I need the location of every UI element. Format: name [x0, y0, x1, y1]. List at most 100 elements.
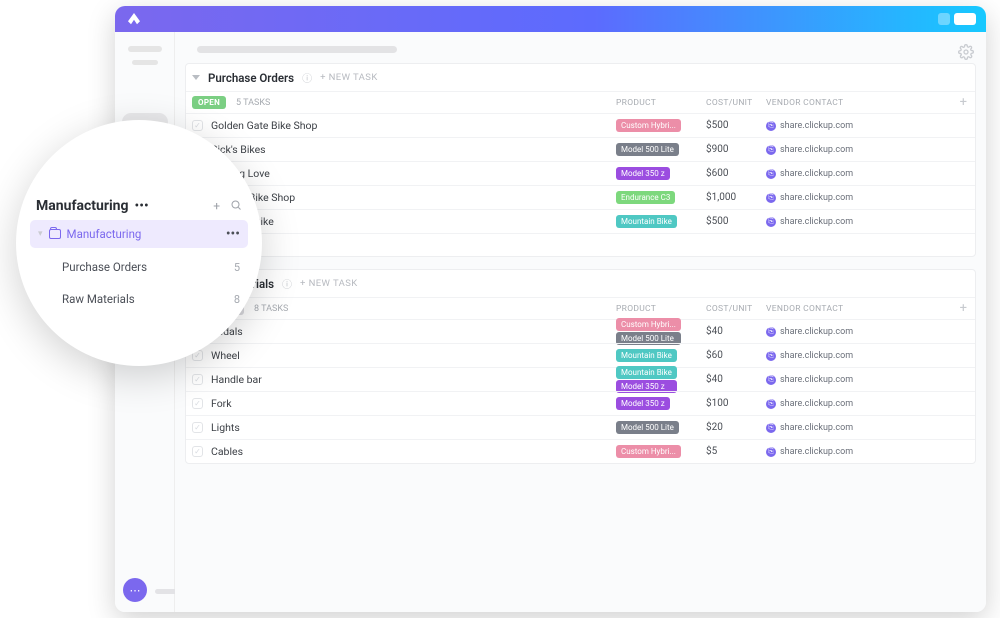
- window-control-max[interactable]: [954, 13, 976, 25]
- link-icon: ⎘: [766, 169, 776, 179]
- main-pane: Purchase Orders ⓘ + NEW TASK OPEN 5 TASKS…: [175, 32, 986, 612]
- vendor-cell[interactable]: ⎘share.clickup.com: [766, 351, 853, 361]
- task-checkbox[interactable]: ✓: [192, 422, 203, 433]
- cost-cell: $40: [706, 326, 723, 337]
- cost-cell: $500: [706, 216, 728, 227]
- search-icon[interactable]: [230, 199, 242, 211]
- vendor-cell[interactable]: ⎘share.clickup.com: [766, 327, 853, 337]
- product-cell: Model 500 Lite: [616, 421, 679, 434]
- link-icon: ⎘: [766, 327, 776, 337]
- product-tag[interactable]: Model 350 z: [616, 167, 670, 180]
- task-count: 8 TASKS: [254, 304, 288, 314]
- folder-icon: [49, 229, 61, 239]
- task-row[interactable]: ✓ Cables Custom Hybri... $5 ⎘share.click…: [186, 439, 975, 463]
- sidebar-item-label: Purchase Orders: [62, 260, 147, 274]
- product-tag[interactable]: Mountain Bike: [616, 349, 677, 362]
- col-cost: COST/UNIT: [706, 304, 762, 314]
- col-cost: COST/UNIT: [706, 98, 762, 108]
- new-task-button[interactable]: + NEW TASK: [300, 278, 358, 289]
- vendor-cell[interactable]: ⎘share.clickup.com: [766, 169, 853, 179]
- task-row[interactable]: ✓ Pedals Custom Hybri...Model 500 Lite $…: [186, 319, 975, 343]
- task-row[interactable]: ✓ Jenna's Bike Shop Endurance C3 $1,000 …: [186, 185, 975, 209]
- info-icon[interactable]: ⓘ: [302, 70, 312, 85]
- vendor-cell[interactable]: ⎘share.clickup.com: [766, 145, 853, 155]
- sidebar-item-count: 8: [234, 293, 240, 306]
- gear-icon[interactable]: [958, 44, 974, 60]
- task-checkbox[interactable]: ✓: [192, 446, 203, 457]
- add-column-icon[interactable]: +: [960, 95, 967, 110]
- vendor-cell[interactable]: ⎘share.clickup.com: [766, 399, 853, 409]
- add-column-icon[interactable]: +: [960, 301, 967, 316]
- sidebar-item-purchase-orders[interactable]: Purchase Orders 5: [30, 254, 248, 280]
- window-controls: [938, 13, 976, 25]
- cost-cell: $1,000: [706, 192, 736, 203]
- task-name: Fork: [211, 397, 232, 410]
- clickup-logo-icon: [125, 10, 143, 28]
- sidebar-item-manufacturing[interactable]: ▾ Manufacturing •••: [30, 220, 248, 248]
- space-more-icon[interactable]: •••: [135, 198, 149, 214]
- title-bar: [115, 6, 986, 32]
- task-count: 5 TASKS: [236, 98, 270, 108]
- product-cell: Model 350 z: [616, 397, 670, 410]
- product-cell: Model 350 z: [616, 167, 670, 180]
- vendor-cell[interactable]: ⎘share.clickup.com: [766, 121, 853, 131]
- sidebar-item-label: Manufacturing: [67, 227, 142, 241]
- product-tag[interactable]: Mountain Bike: [616, 366, 677, 379]
- product-tag[interactable]: Model 350 z: [616, 397, 670, 410]
- chat-button[interactable]: ⋯: [123, 578, 147, 602]
- cost-cell: $60: [706, 350, 723, 361]
- link-icon: ⎘: [766, 447, 776, 457]
- sidebar-item-label: Raw Materials: [62, 292, 135, 306]
- product-cell: Model 500 Lite: [616, 143, 679, 156]
- status-tag[interactable]: OPEN: [192, 96, 226, 109]
- col-vendor: VENDOR CONTACT: [766, 304, 876, 314]
- product-cell: Custom Hybri...Model 500 Lite: [616, 318, 681, 345]
- item-more-icon[interactable]: •••: [226, 226, 240, 242]
- task-row[interactable]: ✓ Handle bar Mountain BikeModel 350 z $4…: [186, 367, 975, 391]
- product-cell: Mountain Bike: [616, 215, 677, 228]
- product-tag[interactable]: Endurance C3: [616, 191, 675, 204]
- task-row[interactable]: ✓ Golden Gate Bike Shop Custom Hybri... …: [186, 113, 975, 137]
- product-cell: Custom Hybri...: [616, 119, 681, 132]
- link-icon: ⎘: [766, 399, 776, 409]
- product-tag[interactable]: Model 500 Lite: [616, 421, 679, 434]
- caret-down-icon[interactable]: [192, 75, 200, 80]
- task-checkbox[interactable]: ✓: [192, 398, 203, 409]
- task-row[interactable]: ✓ Wheel Mountain Bike $60 ⎘share.clickup…: [186, 343, 975, 367]
- add-list-icon[interactable]: +: [213, 199, 220, 213]
- product-tag[interactable]: Custom Hybri...: [616, 445, 681, 458]
- add-task-row[interactable]: + ADD TASK: [186, 233, 975, 256]
- product-cell: Mountain BikeModel 350 z: [616, 366, 677, 393]
- product-tag[interactable]: Mountain Bike: [616, 215, 677, 228]
- product-tag[interactable]: Custom Hybri...: [616, 318, 681, 331]
- product-tag[interactable]: Model 500 Lite: [616, 143, 679, 156]
- vendor-cell[interactable]: ⎘share.clickup.com: [766, 423, 853, 433]
- task-name: Handle bar: [211, 373, 262, 386]
- new-task-button[interactable]: + NEW TASK: [320, 72, 378, 83]
- task-row[interactable]: ✓ Rainbow Bike Mountain Bike $500 ⎘share…: [186, 209, 975, 233]
- space-title: Manufacturing: [36, 198, 129, 214]
- info-icon[interactable]: ⓘ: [282, 276, 292, 291]
- window-control-min[interactable]: [938, 13, 950, 25]
- col-product: PRODUCT: [616, 98, 696, 108]
- task-row[interactable]: ✓ Lights Model 500 Lite $20 ⎘share.click…: [186, 415, 975, 439]
- vendor-cell[interactable]: ⎘share.clickup.com: [766, 375, 853, 385]
- vendor-cell[interactable]: ⎘share.clickup.com: [766, 193, 853, 203]
- vendor-cell[interactable]: ⎘share.clickup.com: [766, 447, 853, 457]
- vendor-cell[interactable]: ⎘share.clickup.com: [766, 217, 853, 227]
- task-row[interactable]: ✓ Rick's Bikes Model 500 Lite $900 ⎘shar…: [186, 137, 975, 161]
- task-checkbox[interactable]: ✓: [192, 374, 203, 385]
- task-row[interactable]: ✓ Cycling Love Model 350 z $600 ⎘share.c…: [186, 161, 975, 185]
- task-row[interactable]: ✓ Fork Model 350 z $100 ⎘share.clickup.c…: [186, 391, 975, 415]
- sidebar-item-raw-materials[interactable]: Raw Materials 8: [30, 286, 248, 312]
- product-tag[interactable]: Custom Hybri...: [616, 119, 681, 132]
- sidebar-item-count: 5: [234, 261, 240, 274]
- task-checkbox[interactable]: ✓: [192, 120, 203, 131]
- product-cell: Mountain Bike: [616, 349, 677, 362]
- cost-cell: $600: [706, 168, 728, 179]
- task-name: Golden Gate Bike Shop: [211, 119, 317, 132]
- group-title: Purchase Orders: [208, 71, 294, 85]
- cost-cell: $500: [706, 120, 728, 131]
- col-vendor: VENDOR CONTACT: [766, 98, 876, 108]
- product-cell: Custom Hybri...: [616, 445, 681, 458]
